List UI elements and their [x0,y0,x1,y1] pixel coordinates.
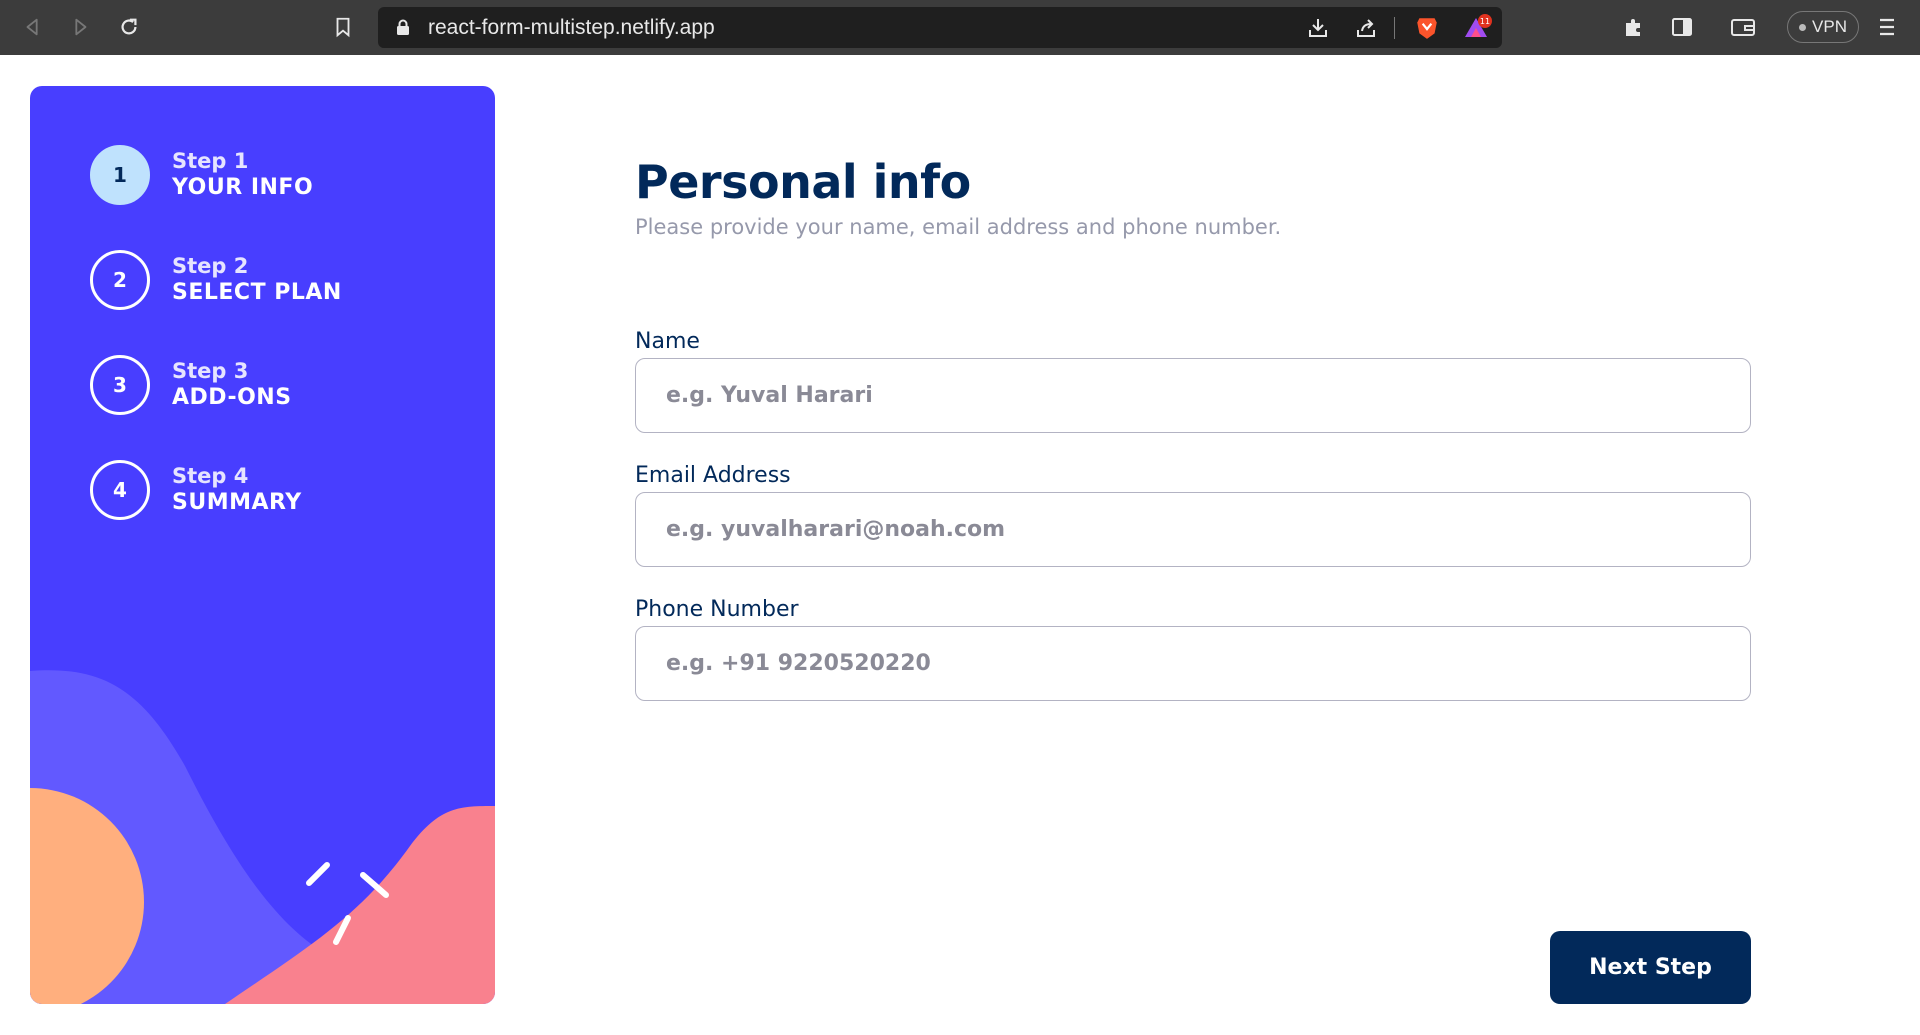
browser-toolbar: react-form-multistep.netlify.app 11 VPN [0,0,1920,55]
vpn-status-dot [1799,23,1807,31]
step-item-1[interactable]: 1 Step 1 YOUR INFO [90,145,313,205]
step-number-1: 1 [90,145,150,205]
forward-arrow-icon [75,18,87,36]
decor-dash-1 [306,862,330,886]
page-title: Personal info [635,155,971,209]
phone-label: Phone Number [635,597,799,622]
reload-button[interactable] [114,12,144,42]
step-item-3[interactable]: 3 Step 3 ADD-ONS [90,355,292,415]
step-number-3: 3 [90,355,150,415]
step-title-2: SELECT PLAN [172,280,342,305]
next-step-button[interactable]: Next Step [1550,931,1751,1004]
step-title-3: ADD-ONS [172,385,292,410]
steps-sidebar: 1 Step 1 YOUR INFO 2 Step 2 SELECT PLAN … [30,86,495,1004]
extensions-puzzle-icon[interactable] [1622,15,1646,39]
step-label-3: Step 3 [172,359,249,383]
brave-shield-icon[interactable] [1414,15,1440,41]
vpn-label: VPN [1812,17,1847,36]
wallet-icon[interactable] [1730,15,1756,39]
sidebar-toggle-icon[interactable] [1670,15,1694,39]
rewards-badge-count: 11 [1480,17,1490,26]
menu-hamburger-icon[interactable] [1876,15,1898,39]
reload-icon [121,18,137,35]
brave-rewards-icon[interactable]: 11 [1462,13,1492,41]
lock-icon [397,19,409,35]
step-label-4: Step 4 [172,464,249,488]
step-item-4[interactable]: 4 Step 4 SUMMARY [90,460,302,520]
name-input[interactable] [635,358,1751,433]
phone-input[interactable] [635,626,1751,701]
share-icon[interactable] [1354,16,1378,40]
toolbar-divider [1394,17,1395,39]
email-input[interactable] [635,492,1751,567]
forward-button[interactable] [65,12,95,42]
personal-info-form: Personal info Please provide your name, … [635,155,1751,701]
bookmark-icon [336,17,350,38]
page-subtitle: Please provide your name, email address … [635,215,1282,239]
back-arrow-icon [26,18,38,36]
vpn-button[interactable]: VPN [1787,11,1859,43]
download-icon[interactable] [1306,16,1330,40]
sidebar-decoration [30,670,495,1004]
step-item-2[interactable]: 2 Step 2 SELECT PLAN [90,250,342,310]
email-label: Email Address [635,463,791,488]
step-title-1: YOUR INFO [172,175,314,200]
step-title-4: SUMMARY [172,490,302,515]
step-label-1: Step 1 [172,149,249,173]
step-number-4: 4 [90,460,150,520]
step-label-2: Step 2 [172,254,249,278]
bookmark-button[interactable] [328,12,358,42]
name-label: Name [635,329,700,354]
back-button[interactable] [18,12,48,42]
step-number-2: 2 [90,250,150,310]
address-bar[interactable]: react-form-multistep.netlify.app 11 [378,7,1502,48]
url-text[interactable]: react-form-multistep.netlify.app [428,16,715,40]
